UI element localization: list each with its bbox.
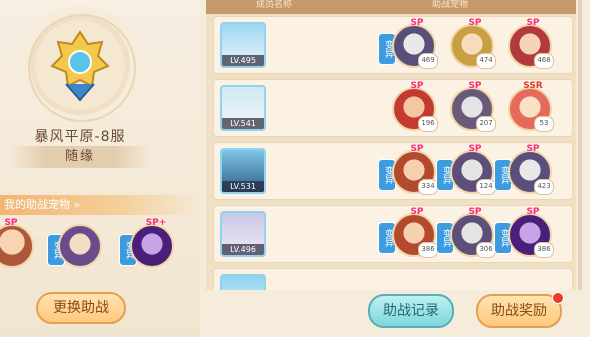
member-row[interactable]: LV.541 SP 196 SP 207 SSR 53	[213, 79, 573, 137]
assist-pet[interactable]: SP 423	[508, 144, 554, 195]
assist-pet[interactable]: SSR 53	[508, 81, 554, 132]
my-pet-slot-2[interactable]	[58, 224, 102, 268]
rarity-badge: SP+	[145, 218, 167, 228]
member-row[interactable]: LV.495 变异 SP 469 SP 474 SP 468	[213, 16, 573, 74]
notification-dot-icon	[552, 292, 564, 304]
pet-count: 386	[534, 242, 554, 258]
member-avatar[interactable]	[220, 274, 266, 290]
assist-record-button[interactable]: 助战记录	[368, 294, 454, 328]
rarity-badge: SP	[526, 207, 540, 217]
assist-reward-button[interactable]: 助战奖励	[476, 294, 562, 328]
member-row[interactable]: LV.531 变异 SP 334 变异 SP 124 变异 SP 423	[213, 142, 573, 200]
rarity-badge: SP	[468, 81, 482, 91]
rarity-badge: SP	[526, 18, 540, 28]
rarity-badge: SP	[468, 207, 482, 217]
assist-pet[interactable]: SP 306	[450, 207, 496, 258]
member-level: LV.541	[222, 118, 264, 129]
guild-tag: 随缘	[10, 146, 150, 168]
pet-count: 196	[418, 116, 438, 132]
assist-pet[interactable]: SP 474	[450, 18, 496, 69]
rarity-badge: SP	[410, 207, 424, 217]
member-level: LV.531	[222, 181, 264, 192]
pet-count: 207	[476, 116, 496, 132]
my-pet-slot-1[interactable]: SP	[0, 218, 34, 268]
list-header: 成员名称 助战宠物	[206, 0, 576, 14]
rarity-badge: SP	[4, 218, 18, 228]
server-name: 暴风平原-8服	[34, 129, 126, 145]
pet-count: 469	[418, 53, 438, 69]
member-assist-list[interactable]: 成员名称 助战宠物 LV.495 变异 SP 469 SP 474 SP 468…	[206, 0, 576, 290]
member-row[interactable]	[213, 268, 573, 290]
my-pet-slot-3[interactable]: SP+	[130, 218, 174, 268]
assist-pet[interactable]: SP 124	[450, 144, 496, 195]
pet-count: 334	[418, 179, 438, 195]
rarity-badge: SP	[410, 144, 424, 154]
change-assist-button[interactable]: 更换助战	[36, 292, 126, 324]
rarity-badge: SP	[526, 144, 540, 154]
assist-pet[interactable]: SP 468	[508, 18, 554, 69]
member-avatar[interactable]: LV.531	[220, 148, 266, 194]
assist-pet[interactable]: SP 469	[392, 18, 438, 69]
pet-count: 124	[476, 179, 496, 195]
guild-emblem-icon	[50, 30, 110, 102]
assist-pet[interactable]: SP 386	[392, 207, 438, 258]
member-level: LV.495	[222, 55, 264, 66]
assist-pet[interactable]: SP 196	[392, 81, 438, 132]
member-avatar[interactable]: LV.495	[220, 22, 266, 68]
rarity-badge: SSR	[523, 81, 543, 91]
rarity-badge: SP	[468, 18, 482, 28]
rarity-badge: SP	[468, 144, 482, 154]
member-avatar[interactable]: LV.541	[220, 85, 266, 131]
list-scrollbar[interactable]	[578, 0, 582, 290]
pet-count: 474	[476, 53, 496, 69]
my-pets-list: SP 变异 变异 SP+	[0, 218, 200, 280]
pet-count: 53	[534, 116, 554, 132]
chevron-right-icon: »	[73, 198, 81, 211]
rarity-badge: SP	[410, 18, 424, 28]
rarity-badge: SP	[410, 81, 424, 91]
assist-pet[interactable]: SP 207	[450, 81, 496, 132]
header-member-name: 成员名称	[256, 0, 293, 10]
header-assist-pets: 助战宠物	[432, 0, 469, 10]
pet-count: 468	[534, 53, 554, 69]
pet-count: 386	[418, 242, 438, 258]
assist-pet[interactable]: SP 386	[508, 207, 554, 258]
my-pets-title: 我的助战宠物 »	[0, 195, 200, 215]
member-row[interactable]: LV.496 变异 SP 386 变异 SP 306 变异 SP 386	[213, 205, 573, 263]
server-info-panel: 暴风平原-8服 随缘 我的助战宠物 » SP 变异 变异 SP+ 更换助战	[0, 0, 200, 337]
member-level: LV.496	[222, 244, 264, 255]
assist-pet[interactable]: SP 334	[392, 144, 438, 195]
member-avatar[interactable]: LV.496	[220, 211, 266, 257]
pet-count: 306	[476, 242, 496, 258]
my-pets-title-text: 我的助战宠物	[4, 198, 70, 211]
pet-count: 423	[534, 179, 554, 195]
